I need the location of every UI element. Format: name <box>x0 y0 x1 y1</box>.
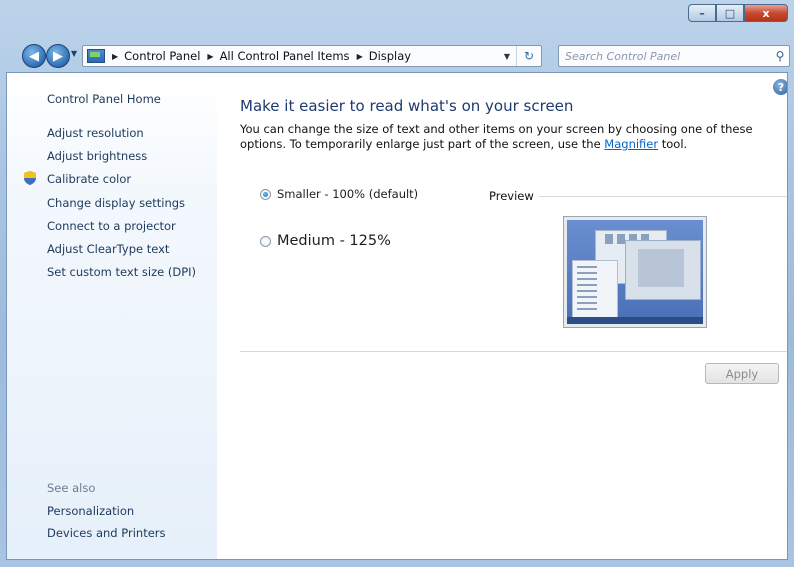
option-smaller-label[interactable]: Smaller - 100% (default) <box>277 187 418 201</box>
preview-divider <box>539 196 787 197</box>
sidebar-item-devices-printers[interactable]: Devices and Printers <box>47 526 166 540</box>
back-arrow-icon: ◀ <box>29 48 39 64</box>
sidebar-item-adjust-resolution[interactable]: Adjust resolution <box>47 126 144 140</box>
address-bar[interactable]: ▶ Control Panel ▶ All Control Panel Item… <box>82 45 542 67</box>
content-area: Control Panel Home Adjust resolution Adj… <box>6 72 788 560</box>
control-panel-icon <box>87 49 105 63</box>
breadcrumb: ▶ Control Panel ▶ All Control Panel Item… <box>105 49 411 63</box>
recent-pages-dropdown-icon[interactable]: ▼ <box>71 50 79 58</box>
search-input[interactable] <box>559 47 771 65</box>
task-pane: Control Panel Home Adjust resolution Adj… <box>7 73 217 559</box>
title-bar: – □ x <box>0 0 794 40</box>
sidebar-item-connect-projector[interactable]: Connect to a projector <box>47 219 176 233</box>
search-box: ⚲ <box>558 45 790 67</box>
help-icon[interactable]: ? <box>773 79 787 95</box>
maximize-button[interactable]: □ <box>716 4 744 22</box>
sidebar-control-panel-home[interactable]: Control Panel Home <box>47 92 161 106</box>
sidebar-item-calibrate-color[interactable]: Calibrate color <box>47 172 131 186</box>
forward-arrow-icon: ▶ <box>53 48 63 64</box>
sidebar-item-adjust-brightness[interactable]: Adjust brightness <box>47 149 147 163</box>
preview-list-window <box>572 260 618 320</box>
sidebar-item-adjust-cleartype[interactable]: Adjust ClearType text <box>47 242 169 256</box>
forward-button[interactable]: ▶ <box>46 44 70 68</box>
breadcrumb-display[interactable]: Display <box>369 49 411 63</box>
breadcrumb-separator-icon[interactable]: ▶ <box>207 52 213 61</box>
preview-taskbar <box>567 317 703 324</box>
description-part2: tool. <box>661 137 688 151</box>
see-also-heading: See also <box>47 481 96 495</box>
section-divider <box>240 351 787 352</box>
description-text: You can change the size of text and othe… <box>240 122 787 152</box>
address-dropdown-icon[interactable]: ▼ <box>498 52 516 61</box>
radio-smaller[interactable] <box>260 188 271 200</box>
option-medium[interactable]: Medium - 125% <box>260 233 391 249</box>
window-frame: – □ x ◀ ▶ ▼ ▶ Control Panel ▶ All Contro… <box>0 0 794 567</box>
preview-label: Preview <box>489 189 534 203</box>
preview-image <box>563 216 707 328</box>
refresh-button[interactable]: ↻ <box>516 46 541 66</box>
sidebar-item-change-display-settings[interactable]: Change display settings <box>47 196 185 210</box>
preview-desktop <box>567 220 703 324</box>
search-icon[interactable]: ⚲ <box>771 49 789 63</box>
breadcrumb-all-items[interactable]: All Control Panel Items <box>220 49 350 63</box>
back-button[interactable]: ◀ <box>22 44 46 68</box>
option-smaller[interactable]: Smaller - 100% (default) <box>260 187 418 201</box>
radio-medium[interactable] <box>260 235 271 247</box>
sidebar-item-custom-text-size[interactable]: Set custom text size (DPI) <box>47 265 196 279</box>
sidebar-item-personalization[interactable]: Personalization <box>47 504 134 518</box>
navigation-bar: ◀ ▶ ▼ ▶ Control Panel ▶ All Control Pane… <box>0 42 794 70</box>
preview-window-front <box>625 240 701 300</box>
caption-buttons: – □ x <box>688 4 788 22</box>
apply-button[interactable]: Apply <box>705 363 779 384</box>
close-button[interactable]: x <box>744 4 788 22</box>
breadcrumb-separator-icon[interactable]: ▶ <box>357 52 363 61</box>
minimize-button[interactable]: – <box>688 4 716 22</box>
main-panel: ? Make it easier to read what's on your … <box>217 73 787 559</box>
option-medium-label[interactable]: Medium - 125% <box>277 233 391 249</box>
shield-icon <box>24 171 36 185</box>
page-title: Make it easier to read what's on your sc… <box>240 97 574 115</box>
breadcrumb-control-panel[interactable]: Control Panel <box>124 49 200 63</box>
refresh-icon: ↻ <box>523 49 535 63</box>
magnifier-link[interactable]: Magnifier <box>604 137 658 151</box>
breadcrumb-separator-icon[interactable]: ▶ <box>112 52 118 61</box>
